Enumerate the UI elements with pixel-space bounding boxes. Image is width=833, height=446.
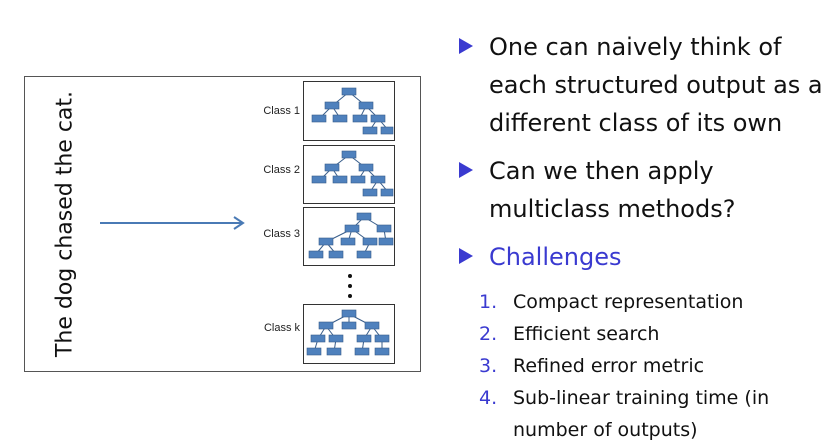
class-k-tree bbox=[303, 304, 395, 364]
class-1-tree bbox=[303, 81, 395, 141]
challenges-sublist: 1. Compact representation 2. Efficient sea… bbox=[455, 286, 825, 446]
bullet-text: Can we then apply multiclass methods? bbox=[489, 157, 736, 223]
list-text: Refined error metric bbox=[513, 355, 705, 377]
bullet-item: One can naively think of each structured… bbox=[455, 28, 825, 142]
class-k-label: Class k bbox=[263, 322, 300, 334]
list-number: 4. bbox=[479, 387, 498, 409]
bullet-text: Challenges bbox=[489, 243, 622, 271]
bullet-item: Challenges bbox=[455, 238, 825, 276]
list-item: 3. Refined error metric bbox=[455, 350, 825, 382]
list-text: Compact representation bbox=[513, 291, 744, 313]
bullet-triangle-icon bbox=[459, 38, 473, 54]
bullet-item: Can we then apply multiclass methods? bbox=[455, 152, 825, 228]
class-1-label: Class 1 bbox=[263, 105, 300, 117]
class-3-tree bbox=[303, 207, 395, 266]
bullet-text: One can naively think of each structured… bbox=[489, 33, 823, 137]
list-item: 4. Sub-linear training time (in number of… bbox=[455, 382, 825, 446]
list-number: 2. bbox=[479, 323, 498, 345]
list-text: Efficient search bbox=[513, 323, 660, 345]
ellipsis-icon bbox=[348, 274, 352, 298]
list-item: 2. Efficient search bbox=[455, 318, 825, 350]
bullet-list: One can naively think of each structured… bbox=[455, 28, 825, 446]
list-number: 1. bbox=[479, 291, 498, 313]
bullet-triangle-icon bbox=[459, 162, 473, 178]
list-text: Sub-linear training time (in number of o… bbox=[513, 387, 770, 441]
class-3-label: Class 3 bbox=[263, 228, 300, 240]
input-sentence: The dog chased the cat. bbox=[52, 90, 78, 358]
list-number: 3. bbox=[479, 355, 498, 377]
bullet-triangle-icon bbox=[459, 248, 473, 264]
mapping-arrow bbox=[100, 216, 245, 230]
list-item: 1. Compact representation bbox=[455, 286, 825, 318]
class-2-tree bbox=[303, 145, 395, 204]
class-2-label: Class 2 bbox=[263, 164, 300, 176]
